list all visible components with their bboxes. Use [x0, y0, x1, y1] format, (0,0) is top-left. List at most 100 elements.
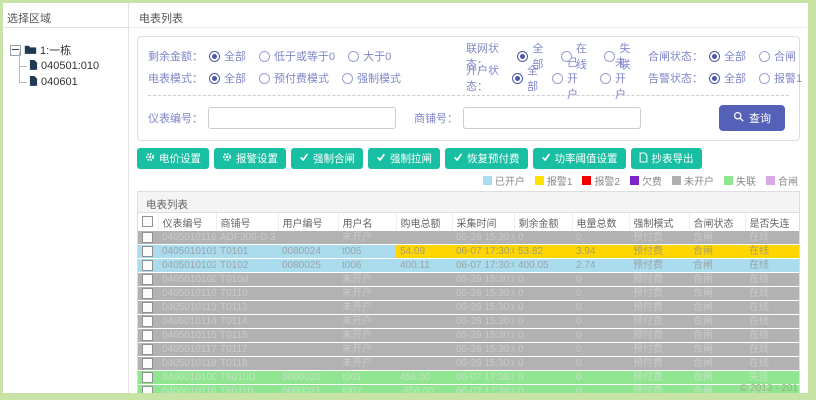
table-row[interactable]: 0405010116ADF300-D 3未开户05-28 15:30:0000预…	[138, 231, 799, 245]
radio-option[interactable]: 全部	[709, 70, 746, 86]
table-cell: 0	[572, 272, 629, 287]
table-cell: 05-28 15:30:00	[452, 342, 514, 357]
radio-icon[interactable]	[560, 50, 572, 62]
row-checkbox[interactable]	[142, 385, 153, 393]
table-cell: 在线	[745, 356, 799, 371]
radio-checked-icon[interactable]	[209, 50, 220, 62]
toolbar-button[interactable]: 恢复预付费	[445, 148, 528, 169]
radio-option[interactable]: 合闸	[759, 48, 796, 64]
column-header: 采集时间	[452, 213, 515, 231]
radio-option[interactable]: 全部	[709, 48, 746, 64]
table-cell: 合闸	[689, 244, 745, 259]
shop-no-label: 商铺号：	[414, 113, 458, 125]
tree-node-root[interactable]: 1:一栋	[10, 42, 128, 58]
column-header: 剩余金额	[514, 213, 573, 231]
table-row[interactable]: 0405010102 T0102 0080025 t006 400.11 06-07 17…	[138, 258, 799, 273]
table-cell	[278, 342, 338, 357]
radio-checked-icon[interactable]	[517, 50, 529, 62]
toolbar-button-label: 报警设置	[236, 153, 278, 165]
table-row[interactable]: 0405010113T0113未开户05-28 15:30:0000预付费合闸在…	[138, 300, 799, 315]
table-cell: 在线	[745, 272, 799, 287]
radio-option[interactable]: 全部	[209, 48, 246, 64]
radio-option[interactable]: 全部	[512, 62, 539, 94]
radio-checked-icon[interactable]	[709, 72, 720, 84]
folder-icon	[24, 44, 37, 57]
tree-node[interactable]: 040601	[15, 68, 128, 90]
radio-icon[interactable]	[348, 50, 360, 62]
main-panel: 电表列表 剩余金额： 全部 低于或等于0 大于0 联网状态： 全部 在线 失联 合闸状态： 全部合…	[129, 3, 808, 393]
radio-icon[interactable]	[759, 50, 770, 62]
toolbar-button[interactable]: 抄表导出	[630, 148, 702, 169]
table-row[interactable]: 0405010115T0115未开户05-28 15:30:0000预付费合闸在…	[138, 328, 799, 343]
column-header: 商铺号	[216, 213, 279, 231]
table-cell: 合闸	[689, 300, 745, 315]
toolbar-button[interactable]: 强制合闸	[291, 148, 363, 169]
toolbar-button[interactable]: 报警设置	[214, 148, 286, 169]
table-cell: 预付费	[629, 231, 689, 245]
table-cell: T6010D	[216, 370, 278, 385]
table-row[interactable]: 0405010118T0118未开户05-28 15:30:0000预付费合闸在…	[138, 356, 799, 371]
radio-option[interactable]: 全部	[209, 70, 246, 86]
radio-option[interactable]: 未开户	[600, 54, 635, 102]
radio-option[interactable]: 低于或等于0	[259, 48, 335, 64]
table-cell	[396, 286, 452, 301]
toolbar-button[interactable]: 电价设置	[137, 148, 209, 169]
row-checkbox[interactable]	[142, 273, 153, 285]
filter-box: 剩余金额：全部低于或等于0大于0联网状态：全部在线失联合闸状态：全部合闸拉闸电表…	[137, 36, 802, 141]
row-checkbox[interactable]	[142, 357, 153, 369]
radio-option[interactable]: 预付费模式	[259, 70, 329, 86]
row-checkbox[interactable]	[142, 287, 153, 299]
table-cell: 0	[572, 286, 629, 301]
shop-no-input[interactable]	[463, 107, 641, 129]
tree-node[interactable]: 040501:010	[15, 52, 128, 82]
row-checkbox[interactable]	[142, 245, 153, 257]
query-button[interactable]: 查询	[719, 105, 785, 131]
check-icon	[541, 152, 551, 165]
radio-icon[interactable]	[342, 72, 353, 84]
table-cell: 合闸	[689, 314, 745, 329]
table-row[interactable]: 0405010101 T0101 0080024 t005 54.09 06-07 17:…	[138, 244, 799, 259]
table-row[interactable]: 0405010117T0117未开户05-28 15:30:0000预付费合闸在…	[138, 342, 799, 357]
radio-icon[interactable]	[552, 72, 564, 84]
table-row[interactable]: 0405010110T0110未开户05-28 15:30:0000预付费合闸在…	[138, 286, 799, 301]
table-row[interactable]: 0405010114T0114未开户05-28 15:30:0000预付费合闸在…	[138, 314, 799, 329]
toolbar-button[interactable]: 功率阈值设置	[532, 148, 626, 169]
table-row[interactable]: 040501010DT010d未开户05-28 15:30:0000预付费合闸在…	[138, 272, 799, 287]
radio-icon[interactable]	[259, 72, 270, 84]
table-cell: 合闸	[689, 370, 745, 385]
toolbar-button-label: 恢复预付费	[467, 153, 520, 165]
table-row[interactable]: 040601010D T6010D 0080020 t001 456.00 06-07 1…	[138, 370, 799, 385]
radio-label: 预付费模式	[274, 73, 329, 85]
row-checkbox[interactable]	[142, 315, 153, 327]
select-all-checkbox[interactable]	[142, 216, 153, 228]
row-checkbox[interactable]	[142, 231, 153, 243]
radio-icon[interactable]	[600, 72, 612, 84]
meter-no-input[interactable]	[208, 107, 396, 129]
radio-option[interactable]: 大于0	[348, 48, 391, 64]
toolbar-button[interactable]: 强制拉闸	[368, 148, 440, 169]
row-checkbox[interactable]	[142, 259, 153, 271]
table-cell	[396, 231, 452, 245]
radio-option[interactable]: 强制模式	[342, 70, 401, 86]
row-checkbox[interactable]	[142, 301, 153, 313]
radio-checked-icon[interactable]	[512, 72, 524, 84]
radio-icon[interactable]	[604, 50, 616, 62]
radio-option[interactable]: 报警1	[759, 70, 802, 86]
column-header: 强制模式	[629, 213, 690, 231]
search-icon	[733, 111, 744, 125]
radio-option[interactable]: 已开户	[552, 54, 587, 102]
row-checkbox[interactable]	[142, 371, 153, 383]
radio-icon[interactable]	[759, 72, 770, 84]
legend-swatch	[724, 176, 733, 185]
row-select-cell	[138, 272, 158, 287]
legend-swatch	[582, 176, 592, 185]
radio-icon[interactable]	[259, 50, 270, 62]
radio-checked-icon[interactable]	[709, 50, 720, 62]
radio-checked-icon[interactable]	[209, 72, 220, 84]
table-cell: T0110	[216, 286, 278, 301]
row-select-cell	[138, 258, 158, 273]
table-row[interactable]: 0406010110 T60110 0080021 t002 -956.00 06-07 …	[138, 384, 799, 393]
radio-label: 强制模式	[357, 73, 401, 85]
row-checkbox[interactable]	[142, 343, 153, 355]
row-checkbox[interactable]	[142, 329, 153, 341]
